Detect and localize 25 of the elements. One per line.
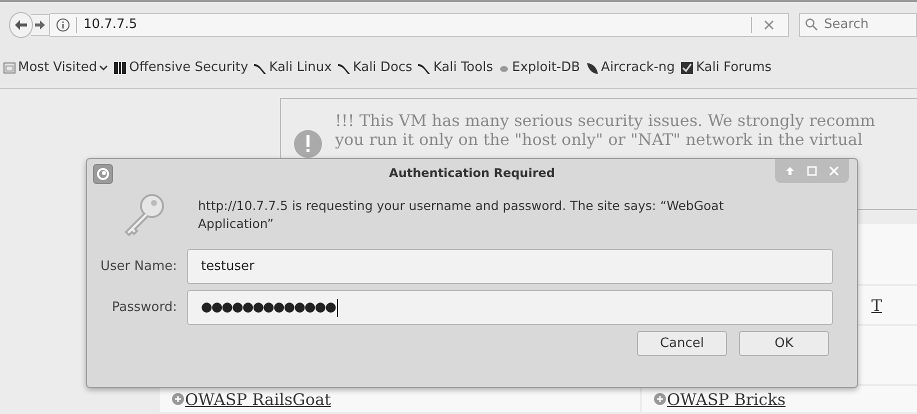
- bookmark-item[interactable]: Exploit-DB: [498, 60, 580, 75]
- bookmark-item[interactable]: Kali Linux: [253, 60, 332, 75]
- bookmark-item[interactable]: Kali Tools: [417, 60, 493, 75]
- notice-text: you run it only on the "host only" or "NAT" network in the virtual: [335, 130, 864, 149]
- notice-text: !!! This VM has many serious security issues. We strongly recomm: [335, 111, 876, 130]
- username-field[interactable]: testuser: [187, 249, 833, 284]
- page-link[interactable]: OWASP RailsGoat: [185, 390, 331, 408]
- bookmark-item[interactable]: Offensive Security: [113, 60, 248, 75]
- page-link[interactable]: T: [871, 296, 882, 314]
- bookmark-item[interactable]: Most Visited: [3, 60, 108, 75]
- ok-button[interactable]: OK: [739, 331, 829, 356]
- dialog-message: http://10.7.7.5 is requesting your username and password. The site says: “WebGoat Application”: [198, 197, 725, 233]
- url-text: 10.7.7.5: [83, 17, 138, 32]
- dialog-title: Authentication Required: [389, 166, 555, 180]
- page-link[interactable]: OWASP Bricks: [667, 390, 786, 408]
- bookmark-item[interactable]: Kali Docs: [336, 60, 412, 75]
- address-bar[interactable]: 10.7.7.5: [50, 12, 789, 36]
- search-input[interactable]: Search: [822, 16, 916, 33]
- password-field[interactable]: ●●●●●●●●●●●●●: [187, 290, 833, 325]
- cancel-button[interactable]: Cancel: [637, 331, 727, 356]
- bookmark-item[interactable]: Aircrack-ng: [585, 60, 675, 75]
- bookmark-item[interactable]: Kali Forums: [680, 60, 772, 75]
- search-field[interactable]: Search: [799, 12, 917, 36]
- field-label: User Name:: [100, 259, 177, 274]
- field-label: Password:: [110, 300, 177, 315]
